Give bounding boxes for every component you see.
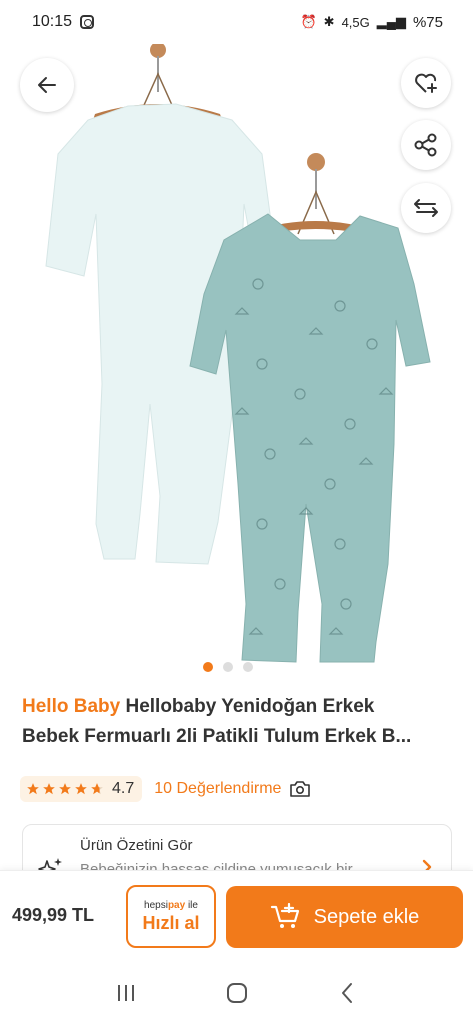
star-icon [43,783,55,795]
cart-plus-icon [270,903,299,928]
product-title: Hello Baby Hellobaby Yenidoğan Erkek Beb… [22,692,452,752]
back-button[interactable] [20,58,74,112]
compare-button[interactable] [401,183,451,233]
quick-buy-label: Hızlı al [142,912,200,933]
status-icons: ⏰ ✱ 4,5G ▂▄▆ %75 [300,14,443,31]
add-to-cart-button[interactable]: Sepete ekle [226,886,463,948]
star-icon [59,783,71,795]
brand-name[interactable]: Hello Baby [22,696,120,717]
gallery-pagination [203,662,253,672]
signal-icon: ▂▄▆ [376,14,406,29]
hepsipay-suffix: ile [185,899,198,911]
status-bar: 10:15 ⏰ ✱ 4,5G ▂▄▆ %75 [0,0,473,44]
star-icon [27,783,39,795]
share-button[interactable] [401,120,451,170]
star-rating [26,782,104,796]
hepsipay-label: hepsipay ile [144,900,198,911]
system-navigation-bar [0,962,473,1024]
pagination-dot[interactable] [243,662,253,672]
alarm-icon: ⏰ [300,14,317,29]
star-icon [75,783,87,795]
bluetooth-icon: ✱ [323,14,335,29]
recent-apps-icon[interactable] [114,982,138,1004]
network-label: 4,5G [341,14,370,30]
add-to-cart-label: Sepete ekle [313,905,420,928]
summary-title: Ürün Özetini Gör [80,837,193,854]
rating-badge: 4.7 [20,776,143,802]
arrow-left-icon [38,77,56,93]
swap-arrows-icon [414,199,438,217]
quick-buy-button[interactable]: hepsipay ile Hızlı al [126,885,216,948]
battery-level: %75 [412,13,443,31]
pagination-dot[interactable] [223,662,233,672]
rating-value: 4.7 [112,780,135,797]
reviews-link[interactable]: 10 Değerlendirme [154,780,311,798]
status-time: 10:15 [32,13,73,30]
purchase-bar: 499,99 TL hepsipay ile Hızlı al Sepete e… [0,870,473,962]
heart-plus-icon [415,73,437,93]
product-price: 499,99 TL [12,905,95,925]
pagination-dot[interactable] [203,662,213,672]
favorite-button[interactable] [401,58,451,108]
reviews-count: 10 Değerlendirme [154,780,282,797]
camera-icon [290,781,311,797]
rating-row: 4.7 10 Değerlendirme [20,776,311,802]
hepsipay-pay: pay [167,899,186,911]
instagram-icon [80,15,95,29]
product-page: 10:15 ⏰ ✱ 4,5G ▂▄▆ %75 Hello Baby Hellob… [0,0,473,1024]
back-nav-icon[interactable] [336,981,360,1005]
hepsipay-prefix: hepsi [144,899,168,911]
home-icon[interactable] [225,981,249,1005]
product-title-line-1: Hello Baby Hellobaby Yenidoğan Erkek [22,692,452,722]
share-icon [414,133,437,157]
product-name-part-2: Bebek Fermuarlı 2li Patikli Tulum Erkek … [22,726,412,747]
star-half-icon [91,783,103,795]
product-name-part-1: Hellobaby Yenidoğan Erkek [125,696,375,717]
